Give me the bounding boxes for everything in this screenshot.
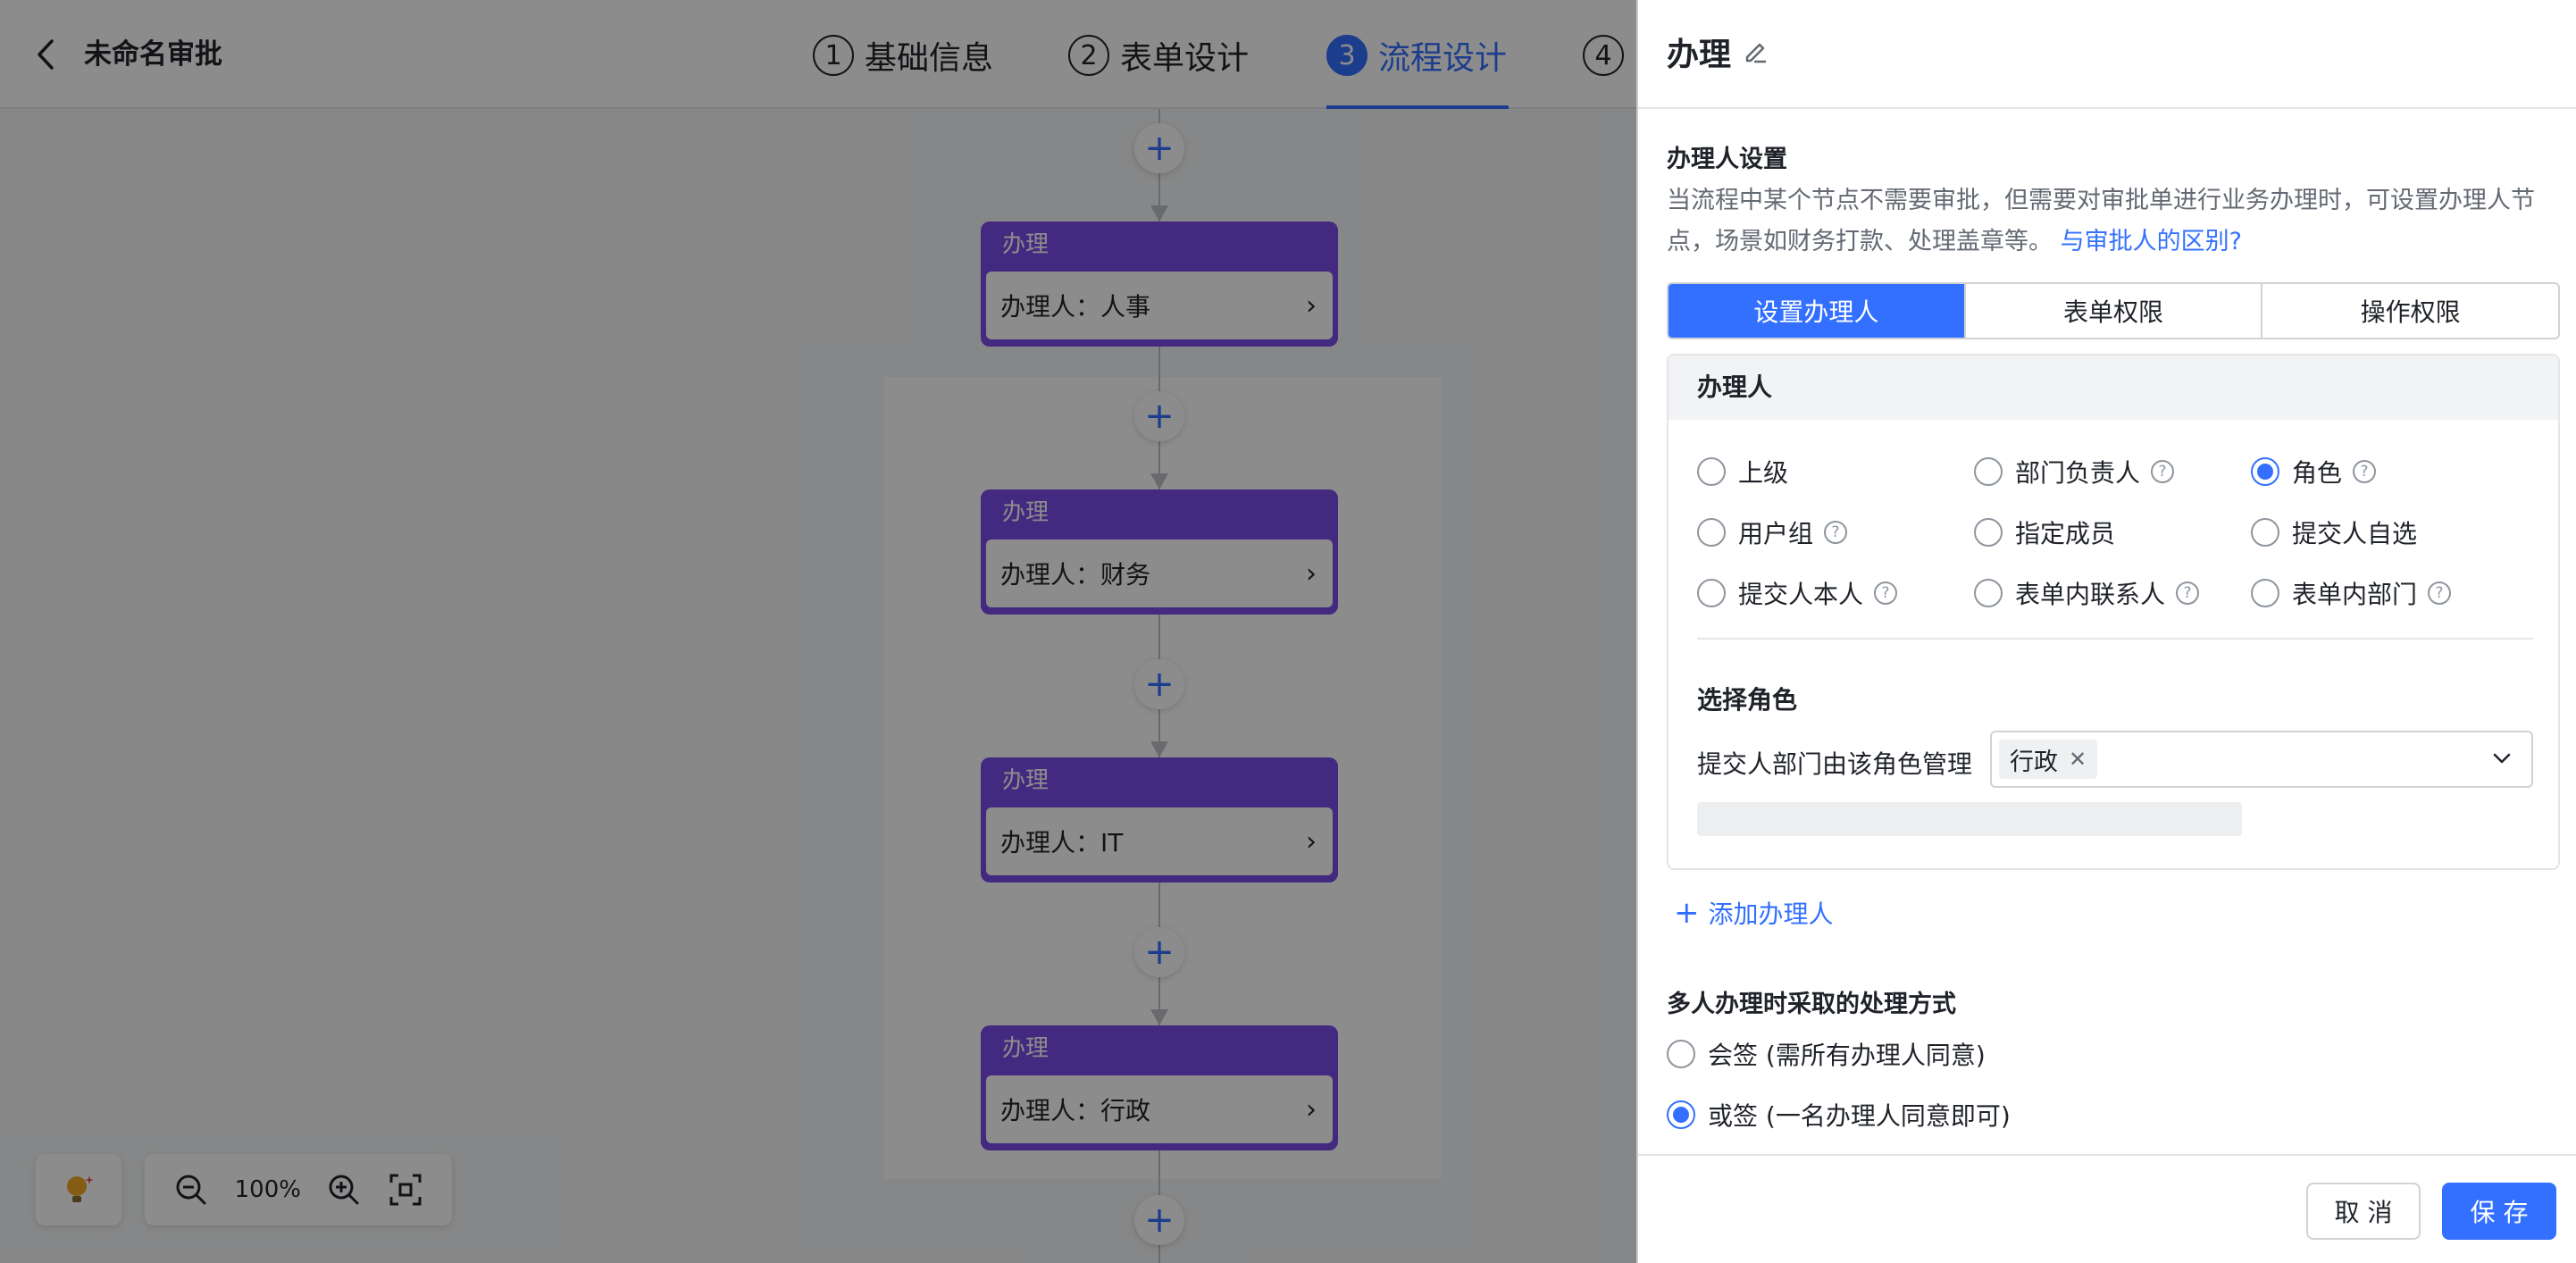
option-label: 用户组 xyxy=(1738,519,1814,548)
option-superior[interactable]: 上级 xyxy=(1697,454,1788,489)
radio-button[interactable] xyxy=(1974,579,2003,607)
radio-button-selected[interactable] xyxy=(1667,1100,1695,1129)
difference-link[interactable]: 与审批人的区别? xyxy=(2061,228,2242,255)
handler-card-title: 办理人 xyxy=(1669,355,2558,420)
save-button[interactable]: 保 存 xyxy=(2442,1183,2556,1240)
multi-handler-title: 多人办理时采取的处理方式 xyxy=(1667,991,1956,1018)
help-question-icon[interactable]: ? xyxy=(1824,521,1848,544)
radio-button[interactable] xyxy=(1974,457,2003,486)
radio-button-selected[interactable] xyxy=(2251,457,2279,486)
option-form-contact[interactable]: 表单内联系人 ? xyxy=(1974,575,2200,611)
node-settings-drawer: 办理 办理人设置 当流程中某个节点不需要审批，但需要对审批单进行业务办理时，可设… xyxy=(1636,0,2576,1263)
option-countersign[interactable]: 会签 (需所有办理人同意) xyxy=(1667,1036,1986,1072)
option-label: 表单内联系人 xyxy=(2015,580,2166,609)
option-dept-head[interactable]: 部门负责人 ? xyxy=(1974,454,2175,489)
close-icon[interactable]: ✕ xyxy=(2069,747,2087,772)
help-question-icon[interactable]: ? xyxy=(2428,581,2452,605)
plus-icon: + xyxy=(1674,895,1700,931)
option-label: 部门负责人 xyxy=(2015,458,2141,488)
option-specified-member[interactable]: 指定成员 xyxy=(1974,514,2115,550)
option-label: 表单内部门 xyxy=(2292,580,2418,609)
handler-settings-title: 办理人设置 xyxy=(1667,146,1787,173)
radio-button[interactable] xyxy=(1697,579,1726,607)
option-label: 提交人自选 xyxy=(2292,519,2418,548)
modal-overlay[interactable] xyxy=(0,0,1636,1263)
tab-form-permission[interactable]: 表单权限 xyxy=(1966,284,2263,338)
option-form-department[interactable]: 表单内部门 ? xyxy=(2251,575,2452,611)
option-user-group[interactable]: 用户组 ? xyxy=(1697,514,1848,550)
edit-pencil-icon[interactable] xyxy=(1742,38,1769,64)
settings-tabs: 设置办理人 表单权限 操作权限 xyxy=(1667,282,2560,339)
radio-button[interactable] xyxy=(1667,1040,1695,1068)
drawer-footer: 取 消 保 存 xyxy=(1638,1154,2576,1263)
tab-operation-permission[interactable]: 操作权限 xyxy=(2262,284,2558,338)
drawer-title: 办理 xyxy=(1667,37,1732,73)
radio-button[interactable] xyxy=(1697,518,1726,547)
role-select[interactable]: 行政 ✕ xyxy=(1990,731,2533,788)
divider xyxy=(1697,638,2533,640)
role-tag: 行政 ✕ xyxy=(1999,740,2098,779)
option-submitter-choose[interactable]: 提交人自选 xyxy=(2251,514,2417,550)
cancel-button[interactable]: 取 消 xyxy=(2306,1183,2421,1240)
radio-button[interactable] xyxy=(2251,579,2279,607)
help-question-icon[interactable]: ? xyxy=(2353,460,2377,483)
blurred-hint-bar xyxy=(1697,802,2242,836)
option-label: 上级 xyxy=(1738,458,1789,488)
chevron-down-icon[interactable] xyxy=(2488,745,2515,772)
option-role[interactable]: 角色 ? xyxy=(2251,454,2377,489)
option-label: 提交人本人 xyxy=(1738,580,1864,609)
add-handler-label: 添加办理人 xyxy=(1708,899,1834,929)
option-label: 或签 (一名办理人同意即可) xyxy=(1708,1101,2011,1131)
help-question-icon[interactable]: ? xyxy=(2176,581,2200,605)
help-question-icon[interactable]: ? xyxy=(1874,581,1898,605)
radio-button[interactable] xyxy=(1974,518,2003,547)
handler-description: 当流程中某个节点不需要审批，但需要对审批单进行业务办理时，可设置办理人节点，场景… xyxy=(1667,180,2560,263)
drawer-header: 办理 xyxy=(1638,0,2576,109)
option-or-sign[interactable]: 或签 (一名办理人同意即可) xyxy=(1667,1097,2011,1133)
option-label: 指定成员 xyxy=(2015,519,2116,548)
select-role-title: 选择角色 xyxy=(1697,685,1798,715)
radio-button[interactable] xyxy=(1697,457,1726,486)
radio-button[interactable] xyxy=(2251,518,2279,547)
option-submitter-self[interactable]: 提交人本人 ? xyxy=(1697,575,1898,611)
role-field-label: 提交人部门由该角色管理 xyxy=(1697,749,1973,779)
role-tag-text: 行政 xyxy=(2010,748,2058,776)
tab-set-handler[interactable]: 设置办理人 xyxy=(1669,284,1966,338)
option-label: 角色 xyxy=(2292,458,2343,488)
help-question-icon[interactable]: ? xyxy=(2151,460,2175,483)
handler-card: 办理人 上级 部门负责人 ? 角色 ? 用户组 ? 指定成员 提交人自选 提交人… xyxy=(1667,354,2560,870)
flow-editor: 未命名审批 1 基础信息 2 表单设计 3 流程设计 4 + + + + + 办… xyxy=(0,0,1636,1263)
add-handler-button[interactable]: + 添加办理人 xyxy=(1674,895,1834,931)
option-label: 会签 (需所有办理人同意) xyxy=(1708,1041,1986,1070)
